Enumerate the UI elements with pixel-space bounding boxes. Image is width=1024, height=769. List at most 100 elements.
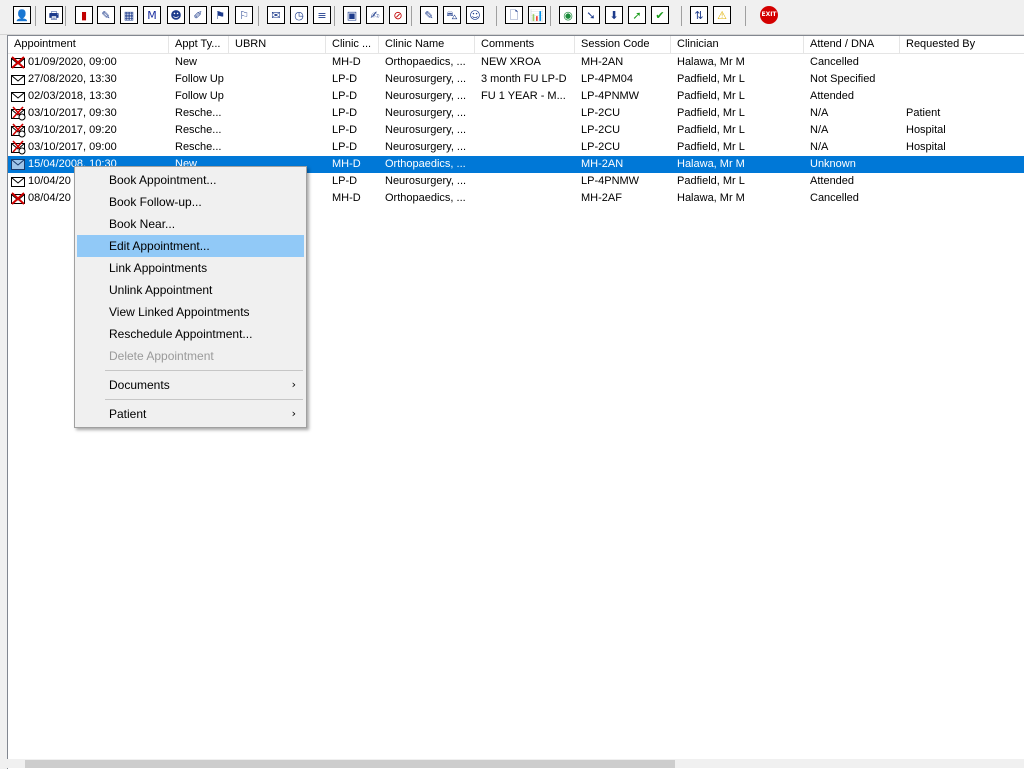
table-cell: Attended <box>810 90 855 102</box>
menu-view-linked-appointments[interactable]: View Linked Appointments <box>77 301 304 323</box>
table-cell: Orthopaedics, ... <box>385 192 466 204</box>
table-cell: 02/03/2018, 13:30 <box>28 90 117 102</box>
column-header-1[interactable]: Appt Ty... <box>169 36 229 53</box>
m-icon: M <box>147 8 157 22</box>
list-button[interactable]: ≡ <box>313 6 331 24</box>
table-cell: N/A <box>810 141 829 153</box>
menu-separator <box>105 370 303 371</box>
table-row[interactable]: 03/10/2017, 09:20 Resche... LP-D Neurosurge… <box>8 122 1024 139</box>
page-button[interactable]: 🗋 <box>505 6 523 24</box>
patient-person-button[interactable]: 👤 <box>13 6 31 24</box>
table-cell: New <box>175 56 198 68</box>
green-check-button[interactable]: ✔ <box>651 6 669 24</box>
letter-arrow-button[interactable]: ➘ <box>582 6 600 24</box>
book-icon: ▮ <box>80 8 88 22</box>
bar-chart-button[interactable]: 📊 <box>528 6 546 24</box>
table-row[interactable]: 27/08/2020, 13:30 Follow Up LP-D Neurosurge… <box>8 71 1024 88</box>
column-header-8[interactable]: Attend / DNA <box>804 36 900 53</box>
table-cell: MH-D <box>332 56 361 68</box>
exit-button[interactable]: EXIT <box>760 6 778 24</box>
mail-button[interactable]: ✉ <box>267 6 285 24</box>
person-edit-button[interactable]: ☺ <box>466 6 484 24</box>
table-cell: Padfield, Mr L <box>677 90 745 102</box>
menu-item-label: Link Appointments <box>109 261 208 275</box>
bed-button[interactable]: ⛍ <box>443 6 461 24</box>
table-cell: Resche... <box>175 141 222 153</box>
letter-down-button[interactable]: ⬇ <box>605 6 623 24</box>
menu-book-follow-up[interactable]: Book Follow-up... <box>77 191 304 213</box>
column-header-7[interactable]: Clinician <box>671 36 804 53</box>
toolbar-separator <box>35 6 36 26</box>
book-button[interactable]: ▮ <box>75 6 93 24</box>
edit-book-button[interactable]: ✎ <box>97 6 115 24</box>
horizontal-scrollbar[interactable] <box>7 759 1024 768</box>
scrollbar-thumb[interactable] <box>25 760 675 768</box>
print-button[interactable]: 🖶 <box>45 6 63 24</box>
column-header-2[interactable]: UBRN <box>229 36 326 53</box>
grid-icon: ▦ <box>123 8 135 22</box>
table-cell: Patient <box>906 107 941 119</box>
menu-edit-appointment[interactable]: Edit Appointment... <box>77 235 304 257</box>
notes-button[interactable]: ✐ <box>189 6 207 24</box>
doctor-button[interactable]: ☻ <box>167 6 185 24</box>
context-menu: Book Appointment... Book Follow-up... Book… <box>74 166 307 428</box>
column-header-0[interactable]: Appointment <box>8 36 169 53</box>
green-arrow-icon: ➚ <box>632 8 642 22</box>
menu-item-label: Documents <box>109 378 170 392</box>
person-edit-icon: ☺ <box>469 8 481 22</box>
menu-link-appointments[interactable]: Link Appointments <box>77 257 304 279</box>
sort-arrows-button[interactable]: ⇅ <box>690 6 708 24</box>
no-entry-button[interactable]: ⊘ <box>389 6 407 24</box>
table-cell: Resche... <box>175 107 222 119</box>
mail-icon: ✉ <box>271 8 281 22</box>
green-arrow-button[interactable]: ➚ <box>628 6 646 24</box>
menu-book-appointment[interactable]: Book Appointment... <box>77 169 304 191</box>
column-header-5[interactable]: Comments <box>475 36 575 53</box>
menu-reschedule-appointment[interactable]: Reschedule Appointment... <box>77 323 304 345</box>
table-cell <box>229 139 326 156</box>
table-row[interactable]: 03/10/2017, 09:30 Resche... LP-D Neurosurge… <box>8 105 1024 122</box>
grid-button[interactable]: ▦ <box>120 6 138 24</box>
document-edit-button[interactable]: ✍ <box>366 6 384 24</box>
clock-button[interactable]: ◷ <box>290 6 308 24</box>
table-row[interactable]: 02/03/2018, 13:30 Follow Up LP-D Neurosurge… <box>8 88 1024 105</box>
page-icon: 🗋 <box>509 8 519 22</box>
toolbar-separator <box>745 6 746 26</box>
column-header-9[interactable]: Requested By <box>900 36 1024 53</box>
table-cell: Padfield, Mr L <box>677 107 745 119</box>
table-row[interactable]: 01/09/2020, 09:00 New MH-D Orthopaedics, ..… <box>8 54 1024 71</box>
toolbar-separator <box>334 6 335 26</box>
globe-button[interactable]: ◉ <box>559 6 577 24</box>
patient-person-icon: 👤 <box>15 8 29 22</box>
image-button[interactable]: ▣ <box>343 6 361 24</box>
column-header-6[interactable]: Session Code <box>575 36 671 53</box>
flag-alt-button[interactable]: ⚐ <box>235 6 253 24</box>
m-button[interactable]: M <box>143 6 161 24</box>
column-header-4[interactable]: Clinic Name <box>379 36 475 53</box>
menu-unlink-appointment[interactable]: Unlink Appointment <box>77 279 304 301</box>
clock-icon: ◷ <box>294 8 304 22</box>
table-cell: MH-D <box>332 158 361 170</box>
column-header-3[interactable]: Clinic ... <box>326 36 379 53</box>
menu-item-label: Patient <box>109 407 147 421</box>
table-cell: LP-D <box>332 73 358 85</box>
flag-alt-icon: ⚐ <box>239 8 249 22</box>
letter-down-icon: ⬇ <box>609 8 619 22</box>
warning-icon: ⚠ <box>717 8 727 22</box>
menu-book-near[interactable]: Book Near... <box>77 213 304 235</box>
menu-documents[interactable]: Documents › <box>77 374 304 396</box>
table-row[interactable]: 03/10/2017, 09:00 Resche... LP-D Neurosurge… <box>8 139 1024 156</box>
menu-item-label: Book Follow-up... <box>109 195 202 209</box>
flag-button[interactable]: ⚑ <box>211 6 229 24</box>
table-cell: 01/09/2020, 09:00 <box>28 56 117 68</box>
warning-button[interactable]: ⚠ <box>713 6 731 24</box>
notes-icon: ✐ <box>193 8 203 22</box>
table-cell: Padfield, Mr L <box>677 141 745 153</box>
menu-item-label: Edit Appointment... <box>109 239 210 253</box>
table-cell: 03/10/2017, 09:20 <box>28 124 117 136</box>
menu-patient[interactable]: Patient › <box>77 403 304 425</box>
table-cell <box>900 88 1024 105</box>
table-cell: Padfield, Mr L <box>677 73 745 85</box>
flag-icon: ⚑ <box>215 8 225 22</box>
note-button[interactable]: ✎ <box>420 6 438 24</box>
